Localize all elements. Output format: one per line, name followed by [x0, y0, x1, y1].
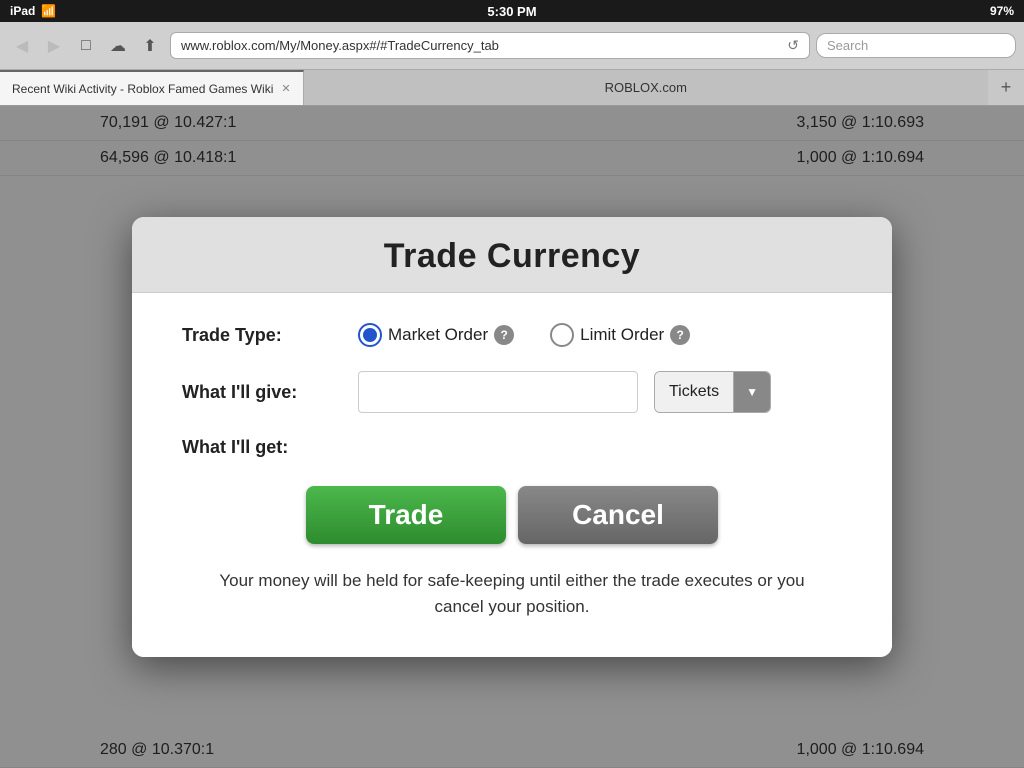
browser-chrome: ◀ ▶ □ ☁ ⬆ www.roblox.com/My/Money.aspx#/… [0, 22, 1024, 70]
new-tab-button[interactable]: + [988, 70, 1024, 105]
battery-indicator: 97% [990, 4, 1014, 18]
search-placeholder: Search [827, 38, 868, 53]
refresh-icon[interactable]: ↺ [787, 37, 799, 54]
modal-overlay: Trade Currency Trade Type: Market Order … [0, 106, 1024, 768]
tab-roblox-label: ROBLOX.com [605, 80, 687, 95]
search-bar[interactable]: Search [816, 33, 1016, 58]
back-button[interactable]: ◀ [8, 32, 36, 60]
tab-roblox[interactable]: ROBLOX.com [304, 70, 988, 105]
forward-button[interactable]: ▶ [40, 32, 68, 60]
tab-wiki-close[interactable]: ✕ [281, 82, 290, 95]
address-bar[interactable]: www.roblox.com/My/Money.aspx#/#TradeCurr… [170, 32, 810, 59]
limit-order-option[interactable]: Limit Order ? [550, 323, 690, 347]
share-button[interactable]: ⬆ [136, 32, 164, 60]
give-input[interactable] [358, 371, 638, 413]
status-bar-time: 5:30 PM [487, 4, 536, 19]
action-buttons: Trade Cancel [182, 486, 842, 544]
trade-type-label: Trade Type: [182, 325, 342, 346]
give-label: What I'll give: [182, 382, 342, 403]
limit-order-radio[interactable] [550, 323, 574, 347]
tab-wiki[interactable]: Recent Wiki Activity - Roblox Famed Game… [0, 70, 304, 105]
status-bar: iPad 📶 5:30 PM 97% [0, 0, 1024, 22]
get-row: What I'll get: [182, 437, 842, 458]
modal-header: Trade Currency [132, 217, 892, 293]
bookmarks-button[interactable]: □ [72, 32, 100, 60]
tab-wiki-label: Recent Wiki Activity - Roblox Famed Game… [12, 82, 273, 96]
trade-type-row: Trade Type: Market Order ? Limit Order ? [182, 323, 842, 347]
cancel-button[interactable]: Cancel [518, 486, 718, 544]
trade-currency-modal: Trade Currency Trade Type: Market Order … [132, 217, 892, 657]
limit-order-label: Limit Order [580, 325, 664, 345]
cloud-button[interactable]: ☁ [104, 32, 132, 60]
market-order-option[interactable]: Market Order ? [358, 323, 514, 347]
tabs-bar: Recent Wiki Activity - Roblox Famed Game… [0, 70, 1024, 106]
get-label: What I'll get: [182, 437, 342, 458]
page-background: 70,191 @ 10.427:1 3,150 @ 1:10.693 64,59… [0, 106, 1024, 768]
dropdown-arrow-icon: ▼ [734, 372, 770, 412]
device-label: iPad [10, 4, 35, 18]
limit-order-help-icon[interactable]: ? [670, 325, 690, 345]
radio-group: Market Order ? Limit Order ? [358, 323, 702, 347]
status-bar-left: iPad 📶 [10, 4, 56, 18]
address-text: www.roblox.com/My/Money.aspx#/#TradeCurr… [181, 38, 781, 53]
market-order-label: Market Order [388, 325, 488, 345]
modal-title: Trade Currency [162, 237, 862, 276]
dropdown-text: Tickets [655, 372, 734, 412]
wifi-icon: 📶 [41, 4, 56, 18]
modal-footer-text: Your money will be held for safe-keeping… [182, 568, 842, 627]
give-row: What I'll give: Tickets ▼ [182, 371, 842, 413]
market-order-help-icon[interactable]: ? [494, 325, 514, 345]
currency-dropdown[interactable]: Tickets ▼ [654, 371, 771, 413]
modal-body: Trade Type: Market Order ? Limit Order ? [132, 293, 892, 657]
market-order-radio[interactable] [358, 323, 382, 347]
trade-button[interactable]: Trade [306, 486, 506, 544]
nav-buttons: ◀ ▶ □ ☁ ⬆ [8, 32, 164, 60]
